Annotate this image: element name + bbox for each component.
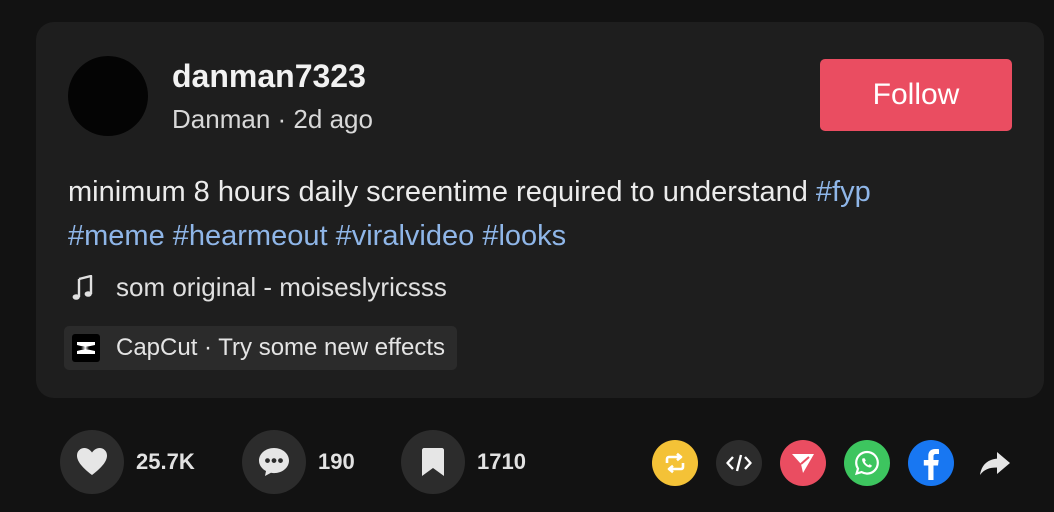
separator: · xyxy=(277,104,287,134)
send-to-friends-button[interactable] xyxy=(780,440,826,486)
hashtag-meme[interactable]: #meme xyxy=(68,220,165,252)
more-share-button[interactable] xyxy=(972,440,1018,486)
follow-button[interactable]: Follow xyxy=(820,59,1012,131)
like-action: 25.7K xyxy=(60,430,195,494)
comment-action: 190 xyxy=(242,430,355,494)
comment-count: 190 xyxy=(318,449,355,474)
hashtag-hearmeout[interactable]: #hearmeout xyxy=(173,220,328,252)
music-title: som original - moiseslyricsss xyxy=(116,272,447,302)
hashtag-looks[interactable]: #looks xyxy=(482,220,566,252)
embed-icon xyxy=(726,454,752,472)
heart-icon xyxy=(77,448,107,475)
comment-icon xyxy=(259,448,289,476)
capcut-logo-icon xyxy=(72,334,100,362)
facebook-icon xyxy=(923,449,939,480)
repost-button[interactable] xyxy=(652,440,698,486)
share-arrow-icon xyxy=(980,452,1010,475)
whatsapp-icon xyxy=(854,450,879,476)
whatsapp-button[interactable] xyxy=(844,440,890,486)
hashtag-viralvideo[interactable]: #viralvideo xyxy=(336,220,475,252)
caption-text: minimum 8 hours daily screentime require… xyxy=(68,176,808,208)
username[interactable]: danman7323 xyxy=(172,58,366,95)
comment-button[interactable] xyxy=(242,430,306,494)
embed-button[interactable] xyxy=(716,440,762,486)
post-card: danman7323 Danman · 2d ago Follow minimu… xyxy=(36,22,1044,398)
capcut-label: CapCut · Try some new effects xyxy=(116,334,446,361)
like-button[interactable] xyxy=(60,430,124,494)
save-count: 1710 xyxy=(477,449,526,474)
author-subline: Danman · 2d ago xyxy=(172,104,373,135)
music-note-icon xyxy=(72,274,93,300)
post-time: 2d ago xyxy=(293,104,373,134)
like-count: 25.7K xyxy=(136,449,195,474)
save-button[interactable] xyxy=(401,430,465,494)
post-caption: minimum 8 hours daily screentime require… xyxy=(68,170,1018,258)
save-action: 1710 xyxy=(401,430,526,494)
send-icon xyxy=(792,454,814,473)
capcut-anchor[interactable]: CapCut · Try some new effects xyxy=(64,326,458,370)
repost-icon xyxy=(665,452,685,474)
facebook-button[interactable] xyxy=(908,440,954,486)
bookmark-icon xyxy=(422,448,444,476)
avatar[interactable] xyxy=(68,56,148,136)
hashtag-fyp[interactable]: #fyp xyxy=(816,176,871,208)
music-link[interactable]: som original - moiseslyricsss xyxy=(72,272,447,303)
display-name[interactable]: Danman xyxy=(172,104,270,134)
